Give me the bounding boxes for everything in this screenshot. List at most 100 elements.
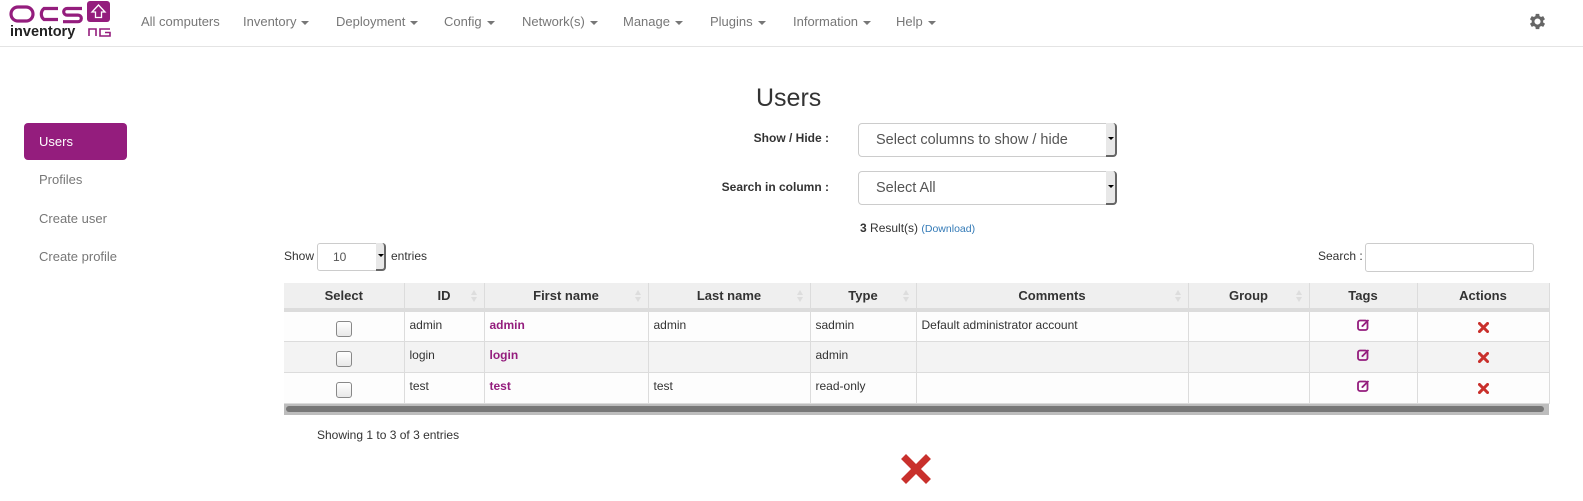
nav-all-computers[interactable]: All computers xyxy=(141,14,220,29)
delete-icon[interactable] xyxy=(1477,351,1489,363)
col-header-tags: Tags xyxy=(1309,283,1418,312)
id-cell: test xyxy=(404,372,485,404)
type-cell: admin xyxy=(810,341,917,373)
caret-down-icon xyxy=(486,20,495,25)
actions-cell xyxy=(1417,310,1550,342)
edit-icon[interactable] xyxy=(1356,318,1370,331)
nav-config[interactable]: Config xyxy=(444,14,495,29)
caret-down-icon xyxy=(410,20,419,25)
col-header-label: Actions xyxy=(1459,288,1507,303)
caret-down-icon xyxy=(757,20,766,25)
last-name-cell: test xyxy=(648,372,811,404)
sidebar-item-label: Create profile xyxy=(39,249,118,264)
nav-information[interactable]: Information xyxy=(793,14,872,29)
nav-plugins[interactable]: Plugins xyxy=(710,14,766,29)
actions-cell xyxy=(1417,341,1550,373)
dropdown-arrow-icon xyxy=(1106,171,1117,205)
first-name-link[interactable]: login xyxy=(484,341,649,373)
nav-deployment[interactable]: Deployment xyxy=(336,14,419,29)
col-header-id[interactable]: ID xyxy=(404,283,485,312)
show-hide-label: Show / Hide : xyxy=(753,131,829,145)
nav-label: Inventory xyxy=(243,14,297,29)
show-hide-select[interactable]: Select columns to show / hide xyxy=(858,123,1117,157)
sort-icon xyxy=(470,290,478,302)
last-name-cell xyxy=(648,341,811,373)
search-label: Search : xyxy=(1318,249,1363,263)
caret-down-icon xyxy=(863,20,872,25)
nav-networks[interactable]: Network(s) xyxy=(522,14,598,29)
sidebar-item-create-profile[interactable]: Create profile xyxy=(24,238,127,275)
download-link[interactable]: (Download) xyxy=(921,223,975,235)
sidebar-item-label: Users xyxy=(39,134,73,149)
delete-selected-icon[interactable] xyxy=(901,454,931,484)
select-cell xyxy=(284,341,405,373)
users-table-wrapper: Select ID First name Last name Type Comm… xyxy=(284,283,1550,415)
edit-icon[interactable] xyxy=(1356,379,1370,392)
col-header-select: Select xyxy=(284,283,405,312)
nav-manage[interactable]: Manage xyxy=(623,14,683,29)
col-header-last-name[interactable]: Last name xyxy=(648,283,811,312)
sidebar-item-profiles[interactable]: Profiles xyxy=(24,161,127,198)
group-cell xyxy=(1188,310,1310,342)
gear-icon[interactable] xyxy=(1527,11,1548,32)
top-navbar: inventory All computers Inventory Deploy… xyxy=(0,0,1583,47)
first-name-link[interactable]: test xyxy=(484,372,649,404)
caret-down-icon xyxy=(927,20,936,25)
nav-help[interactable]: Help xyxy=(896,14,936,29)
table-header-row: Select ID First name Last name Type Comm… xyxy=(284,283,1550,312)
tags-cell xyxy=(1309,341,1418,373)
entries-per-page-select[interactable]: 10 xyxy=(317,243,386,271)
group-cell xyxy=(1188,341,1310,373)
search-in-column-value: Select All xyxy=(876,180,936,196)
sort-icon xyxy=(796,290,804,302)
ocs-inventory-logo[interactable]: inventory xyxy=(8,1,113,41)
page-title: Users xyxy=(756,84,822,112)
search-in-column-label: Search in column : xyxy=(721,180,829,194)
caret-down-icon xyxy=(674,20,683,25)
show-hide-value: Select columns to show / hide xyxy=(876,132,1068,148)
row-checkbox[interactable] xyxy=(335,350,352,367)
search-input[interactable] xyxy=(1365,243,1534,272)
delete-icon[interactable] xyxy=(1477,382,1489,394)
col-header-label: Type xyxy=(848,288,878,303)
dropdown-arrow-icon xyxy=(1106,123,1117,157)
col-header-label: First name xyxy=(533,288,599,303)
sort-icon xyxy=(1295,290,1303,302)
scrollbar-thumb[interactable] xyxy=(286,405,1544,412)
search-in-column-select[interactable]: Select All xyxy=(858,171,1117,205)
sort-icon xyxy=(634,290,642,302)
edit-icon[interactable] xyxy=(1356,348,1370,361)
col-header-label: Tags xyxy=(1348,288,1378,303)
comments-cell xyxy=(916,372,1189,404)
entries-per-page-value: 10 xyxy=(333,250,347,264)
type-cell: read-only xyxy=(810,372,917,404)
col-header-group[interactable]: Group xyxy=(1188,283,1310,312)
comments-cell: Default administrator account xyxy=(916,310,1189,342)
col-header-label: ID xyxy=(437,288,451,303)
table-info: Showing 1 to 3 of 3 entries xyxy=(317,428,460,442)
col-header-label: Comments xyxy=(1018,288,1086,303)
delete-icon[interactable] xyxy=(1477,322,1489,333)
nav-inventory[interactable]: Inventory xyxy=(243,14,310,29)
nav-label: Manage xyxy=(623,14,670,29)
results-label: Result(s) xyxy=(870,221,919,235)
nav-label: Deployment xyxy=(336,14,406,29)
row-checkbox[interactable] xyxy=(335,321,352,337)
nav-label: All computers xyxy=(141,14,220,29)
sort-icon xyxy=(1174,290,1182,302)
sidebar-item-create-user[interactable]: Create user xyxy=(24,200,127,237)
comments-cell xyxy=(916,341,1189,373)
col-header-type[interactable]: Type xyxy=(810,283,917,312)
first-name-link[interactable]: admin xyxy=(484,310,649,342)
table-row: login login admin xyxy=(284,341,1550,373)
nav-label: Information xyxy=(793,14,859,29)
sidebar-item-users[interactable]: Users xyxy=(24,123,127,160)
nav-label: Network(s) xyxy=(522,14,585,29)
id-cell: login xyxy=(404,341,485,373)
col-header-first-name[interactable]: First name xyxy=(484,283,649,312)
col-header-comments[interactable]: Comments xyxy=(916,283,1189,312)
row-checkbox[interactable] xyxy=(335,381,352,398)
horizontal-scrollbar[interactable] xyxy=(284,403,1549,415)
last-name-cell: admin xyxy=(648,310,811,342)
id-cell: admin xyxy=(404,310,485,342)
